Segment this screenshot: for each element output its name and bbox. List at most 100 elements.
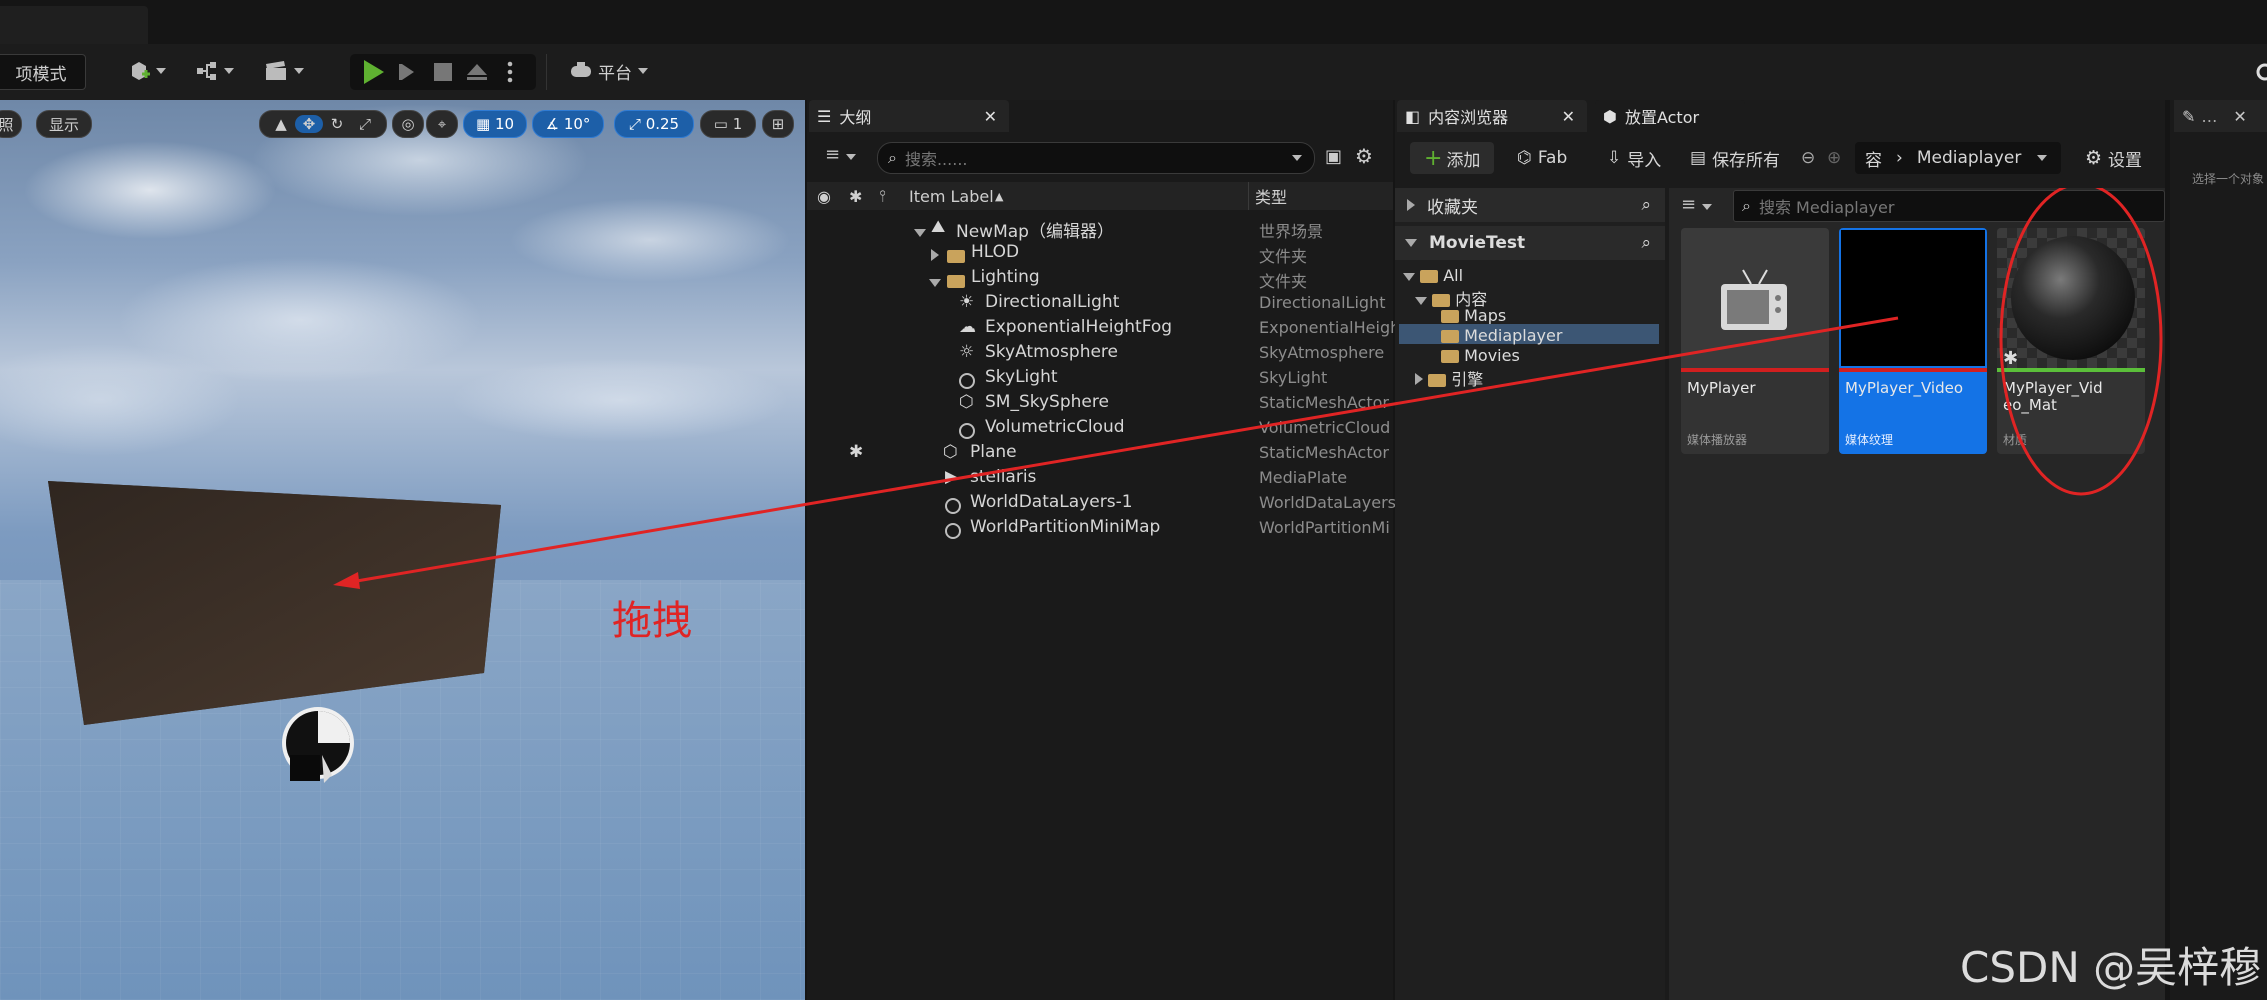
breadcrumb-parent[interactable]: 容 [1865,146,1882,171]
tree-item-engine[interactable]: 引擎 [1415,366,1483,390]
tree-item-mediaplayer[interactable]: Mediaplayer [1441,326,1562,345]
column-item-label[interactable]: Item Label [909,187,994,206]
tab-place-actors[interactable]: ⬢ 放置Actor [1595,100,1745,132]
search-icon[interactable]: ⌕ [1641,195,1651,215]
tab-outliner[interactable]: ☰ 大纲 ✕ [809,100,1009,132]
row-label: ExponentialHeightFog [985,317,1173,337]
row-label: HLOD [971,242,1020,262]
breadcrumb-current[interactable]: Mediaplayer [1917,148,2022,168]
outliner-settings-icon[interactable]: ⚙ [1355,144,1373,168]
tree-label: All [1443,266,1464,285]
mode-label: 项模式 [15,64,67,85]
platform-button[interactable]: 平台 [562,54,654,88]
add-actor-icon[interactable] [122,54,172,88]
asset-name: MyPlayer_Video [1845,379,1964,397]
asset-tile-myplayer-video[interactable]: MyPlayer_Video 媒体纹理 [1839,228,1987,454]
level-viewport[interactable]: 照 显示 ▲ ✥ ↻ ⤢ ◎ ⌖ ▦ 10 ∡ 10° ⤢ 0.25 ▭ 1 ⊞… [0,100,805,1000]
tree-item-maps[interactable]: Maps [1441,306,1506,325]
level-tab[interactable] [0,6,148,44]
tree-label: Maps [1464,306,1507,325]
content-browser-panel: ◧ 内容浏览器 ✕ ⬢ 放置Actor + 添加 ⌬ Fab ⇩ 导入 ▤ 保存… [1395,100,2165,1000]
forward-icon[interactable]: ⊕ [1827,142,1841,174]
back-icon[interactable]: ⊖ [1801,142,1815,174]
eject-icon[interactable] [466,62,488,86]
row-type: StaticMeshActor [1259,393,1389,412]
settings-button[interactable]: ⚙ 设置 [2085,142,2142,174]
expand-icon[interactable] [929,272,941,291]
row-label: WorldPartitionMiniMap [970,517,1161,537]
row-type: 世界场景 [1259,222,1324,241]
asset-search-placeholder: 搜索 Mediaplayer [1758,198,1895,217]
favorite-star-icon[interactable]: ✱ [849,442,863,462]
project-section[interactable]: MovieTest ⌕ [1395,226,1665,260]
fab-label: Fab [1537,148,1568,168]
platform-icon [571,62,591,77]
media-plate-icon [282,707,354,783]
favorites-section[interactable]: 收藏夹 ⌕ [1395,188,1665,222]
tree-item-movies[interactable]: Movies [1441,346,1520,365]
media-plate-icon: ▶ [945,467,959,487]
save-all-button[interactable]: ▤ 保存所有 [1690,142,1780,174]
folder-icon [947,246,965,265]
title-bar [0,0,2267,44]
row-type: 文件夹 [1259,247,1308,266]
place-actor-title: 放置Actor [1624,108,1700,127]
collapse-icon[interactable] [931,246,939,265]
row-type: VolumetricCloud [1259,418,1391,437]
search-icon[interactable]: ⌕ [1641,233,1651,253]
folder-icon [1420,270,1439,283]
toolbar-divider [546,54,547,90]
cloud-icon [959,420,975,439]
more-options-icon[interactable] [506,60,514,88]
settings-gear-icon[interactable] [2255,62,2267,86]
tv-icon [1721,269,1787,330]
plus-icon: + [1424,145,1443,171]
add-button[interactable]: + 添加 [1410,142,1495,174]
chevron-down-icon[interactable] [2037,155,2047,161]
star-icon[interactable]: ✱ [849,187,862,206]
outliner-search-input[interactable]: ⌕ 搜索...... [877,142,1315,174]
tree-item-all[interactable]: All [1403,266,1463,285]
add-folder-icon[interactable]: ▣ [1325,146,1342,167]
tree-label: Mediaplayer [1464,326,1563,345]
import-label: 导入 [1627,150,1662,171]
filter-icon[interactable]: ≡ [825,144,857,165]
mode-selector[interactable]: 项模式 [0,54,86,90]
import-button[interactable]: ⇩ 导入 [1607,142,1661,174]
sources-panel: 收藏夹 ⌕ MovieTest ⌕ All 内容 Maps Mediaplaye… [1395,188,1665,1000]
breadcrumb: 容 › Mediaplayer [1855,142,2061,174]
minimap-icon [945,520,961,539]
asset-tile-myplayer[interactable]: MyPlayer 媒体播放器 [1681,228,1829,454]
play-controls [350,54,536,90]
asset-type-bar [1681,368,1829,372]
filter-icon[interactable]: ≡ [1681,194,1713,215]
blueprint-icon[interactable] [190,54,240,88]
fog-icon: ☁ [959,317,976,337]
tab-details[interactable]: ✎… ✕ [2174,100,2267,132]
column-type[interactable]: 类型 [1255,184,1287,208]
fab-button[interactable]: ⌬ Fab [1517,142,1567,174]
map-icon: ⛰ [931,217,946,237]
row-label: NewMap（编辑器） [956,222,1114,242]
expand-icon [1403,273,1415,281]
cinematics-icon[interactable] [258,54,310,88]
stop-icon[interactable] [434,63,452,81]
pin-icon[interactable]: ⫯ [879,186,886,206]
expand-icon[interactable] [914,222,926,241]
close-icon[interactable]: ✕ [2233,107,2246,126]
row-label: Plane [970,442,1017,462]
advance-frame-icon[interactable] [398,62,420,86]
row-label: SM_SkySphere [985,392,1109,412]
main-toolbar: 项模式 平台 [0,44,2267,100]
close-icon[interactable]: ✕ [984,107,997,126]
close-icon[interactable]: ✕ [1562,107,1575,126]
chevron-down-icon[interactable] [1292,155,1302,161]
play-icon[interactable] [364,60,384,84]
row-type: SkyAtmosphere [1259,343,1385,362]
asset-name: MyPlayer [1687,379,1756,397]
asset-kind: 媒体纹理 [1845,433,1894,447]
eye-icon[interactable]: ◉ [817,187,831,206]
asset-view: ≡ ⌕ 搜索 Mediaplayer MyPlayer 媒体播放器 MyPlay… [1669,188,2165,1000]
tab-content-browser[interactable]: ◧ 内容浏览器 ✕ [1397,100,1587,132]
row-type: WorldDataLayers [1259,493,1396,512]
